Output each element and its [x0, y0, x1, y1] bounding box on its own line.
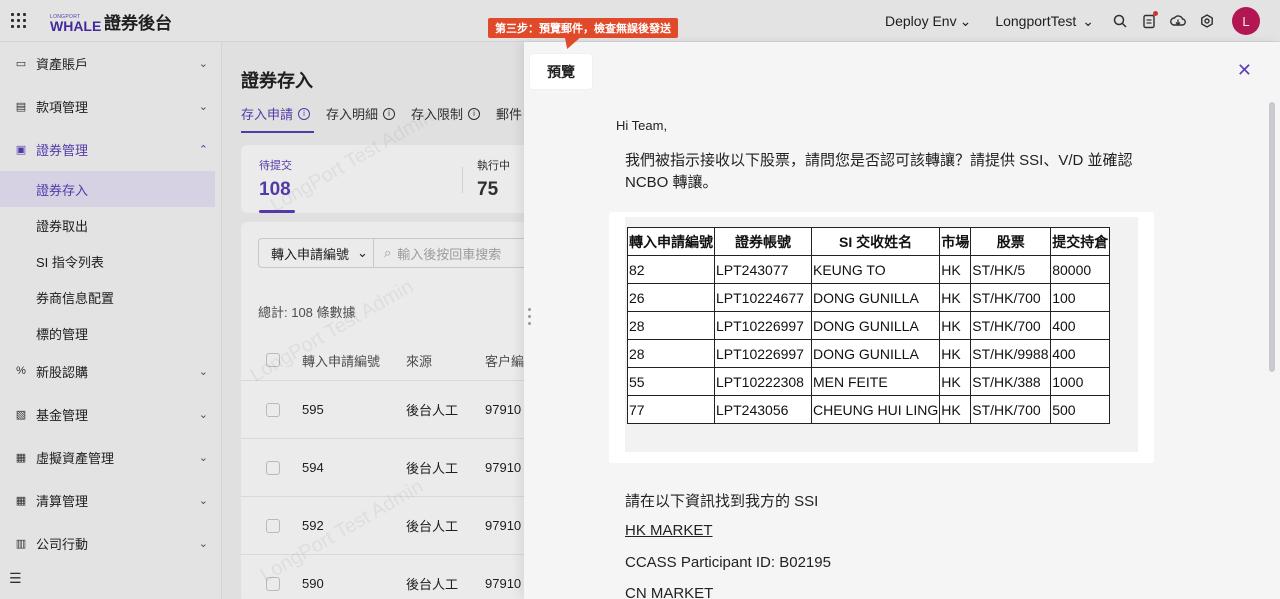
step-annotation-callout: 第三步：預覽郵件，檢查無誤後發送	[488, 18, 678, 38]
table-header-row: 轉入申請編號 證券帳號 SI 交收姓名 市場 股票 提交持倉	[627, 227, 1111, 256]
cell-request-id: 82	[627, 255, 715, 284]
cell-si-name: KEUNG TO	[810, 255, 941, 284]
email-intro: 我們被指示接收以下股票，請問您是否認可該轉讓？請提供 SSI、V/D 並確認 N…	[625, 152, 1133, 191]
preview-drawer: 預覽 ✕ Hi Team, 我們被指示接收以下股票，請問您是否認可該轉讓？請提供…	[524, 42, 1280, 599]
cell-market: HK	[939, 395, 972, 424]
cell-stock: ST/HK/700	[970, 395, 1052, 424]
cell-market: HK	[939, 339, 972, 368]
stock-transfer-table: 轉入申請編號 證券帳號 SI 交收姓名 市場 股票 提交持倉 82 LPT243…	[627, 227, 1111, 424]
cell-si-name: CHEUNG HUI LING	[810, 395, 941, 424]
cell-request-id: 55	[627, 367, 715, 396]
table-row: 28 LPT10226997 DONG GUNILLA HK ST/HK/998…	[627, 339, 1111, 368]
cell-stock: ST/HK/5	[970, 255, 1052, 284]
table-row: 55 LPT10222308 MEN FEITE HK ST/HK/388 10…	[627, 367, 1111, 396]
cell-quantity: 1000	[1050, 367, 1111, 396]
cn-market-heading: CN MARKET	[625, 585, 714, 599]
cell-quantity: 500	[1050, 395, 1111, 424]
cell-market: HK	[939, 367, 972, 396]
cell-market: HK	[939, 283, 972, 312]
column-header: 證券帳號	[714, 227, 812, 256]
email-greeting: Hi Team,	[616, 118, 668, 133]
email-preview: Hi Team, 我們被指示接收以下股票，請問您是否認可該轉讓？請提供 SSI、…	[524, 42, 1264, 599]
cell-account: LPT10222308	[714, 367, 812, 396]
cell-request-id: 28	[627, 339, 715, 368]
hk-market-heading: HK MARKET	[625, 522, 713, 539]
ccass-participant-id: CCASS Participant ID: B02195	[625, 554, 831, 571]
table-row: 28 LPT10226997 DONG GUNILLA HK ST/HK/700…	[627, 311, 1111, 340]
cell-stock: ST/HK/700	[970, 283, 1052, 312]
column-header: 股票	[970, 227, 1052, 256]
ssi-instruction: 請在以下資訊找到我方的 SSI	[625, 493, 819, 510]
cell-account: LPT10226997	[714, 339, 812, 368]
cell-stock: ST/HK/9988	[970, 339, 1052, 368]
scrollbar-thumb[interactable]	[1269, 102, 1275, 372]
column-header: 提交持倉	[1050, 227, 1111, 256]
cell-si-name: MEN FEITE	[810, 367, 941, 396]
cell-stock: ST/HK/700	[970, 311, 1052, 340]
cell-si-name: DONG GUNILLA	[810, 283, 941, 312]
cell-account: LPT243077	[714, 255, 812, 284]
cell-request-id: 28	[627, 311, 715, 340]
cell-stock: ST/HK/388	[970, 367, 1052, 396]
column-header: 轉入申請編號	[627, 227, 715, 256]
table-row: 26 LPT10224677 DONG GUNILLA HK ST/HK/700…	[627, 283, 1111, 312]
table-row: 82 LPT243077 KEUNG TO HK ST/HK/5 80000	[627, 255, 1111, 284]
cell-account: LPT10224677	[714, 283, 812, 312]
cell-request-id: 77	[627, 395, 715, 424]
cell-account: LPT10226997	[714, 311, 812, 340]
cell-quantity: 400	[1050, 339, 1111, 368]
cell-si-name: DONG GUNILLA	[810, 339, 941, 368]
email-table-frame: 轉入申請編號 證券帳號 SI 交收姓名 市場 股票 提交持倉 82 LPT243…	[609, 212, 1154, 463]
column-header: 市場	[939, 227, 972, 256]
column-header: SI 交收姓名	[810, 227, 941, 256]
cell-quantity: 400	[1050, 311, 1111, 340]
scrollbar[interactable]	[1269, 102, 1277, 599]
cell-market: HK	[939, 255, 972, 284]
cell-quantity: 100	[1050, 283, 1111, 312]
cell-quantity: 80000	[1050, 255, 1111, 284]
cell-market: HK	[939, 311, 972, 340]
table-row: 77 LPT243056 CHEUNG HUI LING HK ST/HK/70…	[627, 395, 1111, 424]
cell-request-id: 26	[627, 283, 715, 312]
cell-account: LPT243056	[714, 395, 812, 424]
cell-si-name: DONG GUNILLA	[810, 311, 941, 340]
